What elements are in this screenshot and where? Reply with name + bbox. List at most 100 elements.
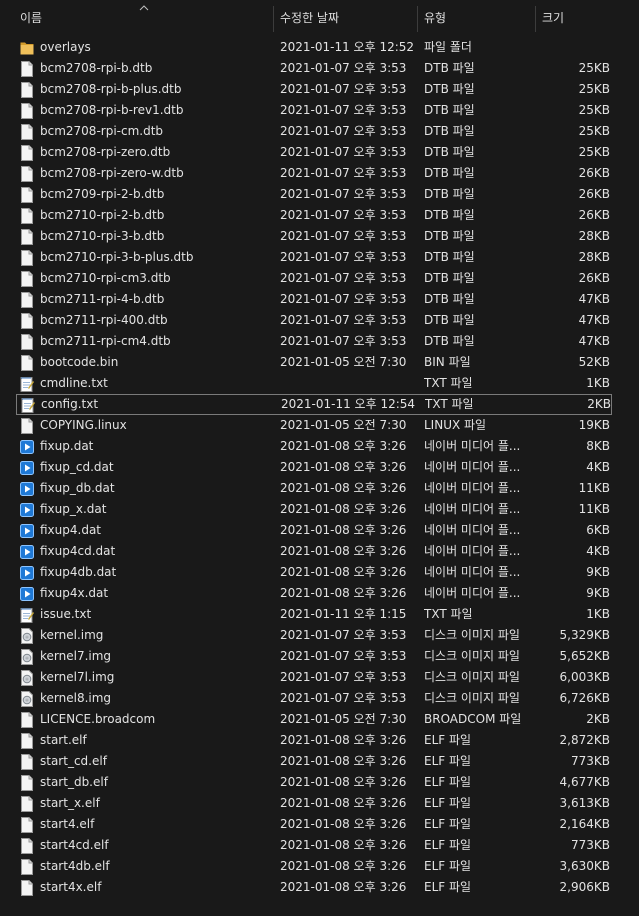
file-type: DTB 파일: [424, 82, 475, 96]
column-header-date[interactable]: 수정한 날짜: [274, 0, 416, 34]
file-row[interactable]: fixup4db.dat 2021-01-08 오후 3:26 네이버 미디어 플.…: [0, 562, 639, 583]
file-row[interactable]: kernel8.img 2021-01-07 오후 3:53 디스크 이미지 파일 6…: [0, 688, 639, 709]
file-type: DTB 파일: [424, 166, 475, 180]
file-row[interactable]: start4db.elf 2021-01-08 오후 3:26 ELF 파일 3,63…: [0, 856, 639, 877]
file-row[interactable]: fixup4.dat 2021-01-08 오후 3:26 네이버 미디어 플...…: [0, 520, 639, 541]
file-row[interactable]: fixup4cd.dat 2021-01-08 오후 3:26 네이버 미디어 플.…: [0, 541, 639, 562]
file-size: 2,906KB: [559, 880, 610, 894]
file-row[interactable]: bcm2711-rpi-cm4.dtb 2021-01-07 오후 3:53 DTB…: [0, 331, 639, 352]
file-row[interactable]: bcm2708-rpi-b-rev1.dtb 2021-01-07 오후 3:53…: [0, 100, 639, 121]
file-icon: [20, 334, 34, 350]
file-row[interactable]: fixup_cd.dat 2021-01-08 오후 3:26 네이버 미디어 플.…: [0, 457, 639, 478]
file-type: 네이버 미디어 플...: [424, 481, 521, 495]
file-type: ELF 파일: [424, 817, 472, 831]
file-row[interactable]: COPYING.linux 2021-01-05 오전 7:30 LINUX 파일 1…: [0, 415, 639, 436]
file-name: start_x.elf: [40, 796, 100, 810]
file-type: TXT 파일: [425, 397, 474, 411]
file-size: 6,003KB: [559, 670, 610, 684]
file-row[interactable]: bcm2711-rpi-400.dtb 2021-01-07 오후 3:53 DTB…: [0, 310, 639, 331]
column-header-type[interactable]: 유형: [418, 0, 534, 34]
file-row[interactable]: fixup_db.dat 2021-01-08 오후 3:26 네이버 미디어 플.…: [0, 478, 639, 499]
file-row[interactable]: start.elf 2021-01-08 오후 3:26 ELF 파일 2,872KB: [0, 730, 639, 751]
file-row[interactable]: start4.elf 2021-01-08 오후 3:26 ELF 파일 2,164K…: [0, 814, 639, 835]
file-row[interactable]: bcm2711-rpi-4-b.dtb 2021-01-07 오후 3:53 DTB…: [0, 289, 639, 310]
file-modified-date: 2021-01-08 오후 3:26: [280, 775, 407, 789]
file-icon: [20, 124, 34, 140]
file-modified-date: 2021-01-05 오전 7:30: [280, 418, 407, 432]
file-row[interactable]: bcm2708-rpi-cm.dtb 2021-01-07 오후 3:53 DTB …: [0, 121, 639, 142]
file-size: 47KB: [578, 313, 610, 327]
file-size: 4,677KB: [559, 775, 610, 789]
file-modified-date: 2021-01-07 오후 3:53: [280, 187, 407, 201]
file-type: DTB 파일: [424, 271, 475, 285]
file-row[interactable]: start4x.elf 2021-01-08 오후 3:26 ELF 파일 2,906…: [0, 877, 639, 898]
file-row[interactable]: start4cd.elf 2021-01-08 오후 3:26 ELF 파일 773K…: [0, 835, 639, 856]
file-modified-date: 2021-01-08 오후 3:26: [280, 838, 407, 852]
file-modified-date: 2021-01-08 오후 3:26: [280, 859, 407, 873]
file-name: start4x.elf: [40, 880, 102, 894]
file-name: fixup4x.dat: [40, 586, 109, 600]
file-name: overlays: [40, 40, 91, 54]
file-modified-date: 2021-01-07 오후 3:53: [280, 82, 407, 96]
file-name: config.txt: [41, 397, 99, 411]
file-size: 26KB: [578, 187, 610, 201]
file-row[interactable]: kernel7l.img 2021-01-07 오후 3:53 디스크 이미지 파일…: [0, 667, 639, 688]
file-icon: [20, 187, 34, 203]
disc-image-icon: [20, 649, 34, 665]
file-name: start4db.elf: [40, 859, 110, 873]
file-modified-date: 2021-01-11 오후 1:15: [280, 607, 407, 621]
column-header-size[interactable]: 크기: [536, 0, 636, 34]
file-row[interactable]: bcm2709-rpi-2-b.dtb 2021-01-07 오후 3:53 DTB…: [0, 184, 639, 205]
file-type: ELF 파일: [424, 754, 472, 768]
file-size: 2KB: [587, 397, 611, 411]
file-icon: [20, 103, 34, 119]
file-type: DTB 파일: [424, 208, 475, 222]
file-icon: [20, 859, 34, 875]
file-modified-date: 2021-01-07 오후 3:53: [280, 334, 407, 348]
file-row[interactable]: start_db.elf 2021-01-08 오후 3:26 ELF 파일 4,67…: [0, 772, 639, 793]
file-row[interactable]: bcm2710-rpi-cm3.dtb 2021-01-07 오후 3:53 DTB…: [0, 268, 639, 289]
file-name: cmdline.txt: [40, 376, 108, 390]
file-type: DTB 파일: [424, 229, 475, 243]
file-row[interactable]: kernel.img 2021-01-07 오후 3:53 디스크 이미지 파일 5,…: [0, 625, 639, 646]
file-name: start_db.elf: [40, 775, 108, 789]
file-name: kernel7.img: [40, 649, 112, 663]
media-play-icon: [20, 439, 34, 455]
file-size: 5,329KB: [559, 628, 610, 642]
file-modified-date: 2021-01-07 오후 3:53: [280, 628, 407, 642]
file-name: bcm2710-rpi-2-b.dtb: [40, 208, 165, 222]
file-row[interactable]: bootcode.bin 2021-01-05 오전 7:30 BIN 파일 52KB: [0, 352, 639, 373]
file-row[interactable]: bcm2710-rpi-3-b.dtb 2021-01-07 오후 3:53 DTB…: [0, 226, 639, 247]
file-row[interactable]: bcm2708-rpi-b-plus.dtb 2021-01-07 오후 3:53…: [0, 79, 639, 100]
file-row[interactable]: cmdline.txt TXT 파일 1KB: [0, 373, 639, 394]
file-row[interactable]: bcm2710-rpi-3-b-plus.dtb 2021-01-07 오후 3:…: [0, 247, 639, 268]
file-name: LICENCE.broadcom: [40, 712, 156, 726]
file-size: 9KB: [586, 565, 610, 579]
file-row[interactable]: bcm2708-rpi-zero-w.dtb 2021-01-07 오후 3:53…: [0, 163, 639, 184]
file-row[interactable]: start_x.elf 2021-01-08 오후 3:26 ELF 파일 3,613…: [0, 793, 639, 814]
file-row[interactable]: kernel7.img 2021-01-07 오후 3:53 디스크 이미지 파일 5…: [0, 646, 639, 667]
file-icon: [20, 775, 34, 791]
file-row[interactable]: start_cd.elf 2021-01-08 오후 3:26 ELF 파일 773K…: [0, 751, 639, 772]
file-row[interactable]: fixup_x.dat 2021-01-08 오후 3:26 네이버 미디어 플..…: [0, 499, 639, 520]
file-row[interactable]: bcm2708-rpi-zero.dtb 2021-01-07 오후 3:53 DT…: [0, 142, 639, 163]
file-modified-date: 2021-01-07 오후 3:53: [280, 250, 407, 264]
file-row[interactable]: bcm2710-rpi-2-b.dtb 2021-01-07 오후 3:53 DTB…: [0, 205, 639, 226]
file-type: 파일 폴더: [424, 40, 472, 54]
file-row[interactable]: issue.txt 2021-01-11 오후 1:15 TXT 파일 1KB: [0, 604, 639, 625]
column-header-name[interactable]: 이름: [14, 0, 272, 34]
file-row[interactable]: fixup.dat 2021-01-08 오후 3:26 네이버 미디어 플... 8…: [0, 436, 639, 457]
file-icon: [20, 418, 34, 434]
file-row[interactable]: LICENCE.broadcom 2021-01-05 오전 7:30 BROADC…: [0, 709, 639, 730]
file-name: bcm2708-rpi-cm.dtb: [40, 124, 164, 138]
file-icon: [20, 817, 34, 833]
file-size: 19KB: [578, 418, 610, 432]
file-row[interactable]: fixup4x.dat 2021-01-08 오후 3:26 네이버 미디어 플..…: [0, 583, 639, 604]
file-icon: [20, 208, 34, 224]
file-row[interactable]: bcm2708-rpi-b.dtb 2021-01-07 오후 3:53 DTB 파…: [0, 58, 639, 79]
file-row[interactable]: config.txt 2021-01-11 오후 12:54 TXT 파일 2KB: [16, 394, 612, 415]
file-modified-date: 2021-01-08 오후 3:26: [280, 817, 407, 831]
file-row[interactable]: overlays 2021-01-11 오후 12:52 파일 폴더: [0, 37, 639, 58]
file-type: ELF 파일: [424, 796, 472, 810]
file-modified-date: 2021-01-08 오후 3:26: [280, 502, 407, 516]
